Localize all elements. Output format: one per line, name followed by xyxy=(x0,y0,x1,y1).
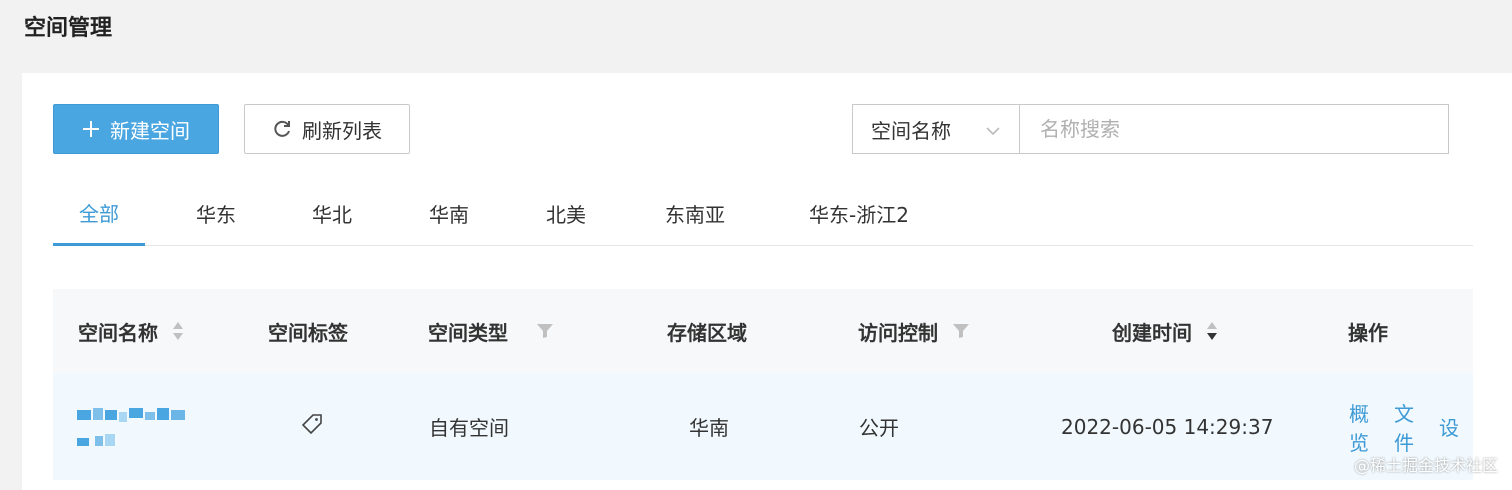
column-space-tags: 空间标签 xyxy=(268,320,348,345)
page-title: 空间管理 xyxy=(24,16,113,41)
tab-south-china[interactable]: 华南 xyxy=(416,181,482,246)
tab-east-china-zhejiang2[interactable]: 华东-浙江2 xyxy=(788,181,930,246)
column-storage-region: 存储区域 xyxy=(667,320,747,345)
tab-north-america[interactable]: 北美 xyxy=(533,181,599,246)
storage-region-cell: 华南 xyxy=(689,416,729,440)
column-actions: 操作 xyxy=(1348,320,1388,345)
files-link[interactable]: 文件 xyxy=(1394,398,1425,456)
column-space-name[interactable]: 空间名称 xyxy=(78,289,184,373)
tab-east-china[interactable]: 华东 xyxy=(183,181,249,246)
new-space-label: 新建空间 xyxy=(110,118,190,143)
tag-icon[interactable] xyxy=(301,413,323,440)
filter-icon[interactable] xyxy=(952,323,970,339)
search-field-value: 空间名称 xyxy=(871,118,951,143)
search-input[interactable] xyxy=(1019,104,1449,154)
tab-all[interactable]: 全部 xyxy=(53,181,145,246)
new-space-button[interactable]: 新建空间 xyxy=(53,104,219,154)
tab-southeast-asia[interactable]: 东南亚 xyxy=(650,181,740,246)
refresh-list-button[interactable]: 刷新列表 xyxy=(244,104,410,154)
main-card: 新建空间 刷新列表 空间名称 全部 华东 华北 华南 北美 东南亚 华东-浙江2… xyxy=(22,73,1512,490)
settings-link[interactable]: 设 xyxy=(1439,412,1459,441)
space-tags-cell[interactable] xyxy=(301,373,323,480)
watermark: @稀土掘金技术社区 xyxy=(1353,456,1498,475)
refresh-icon xyxy=(272,119,292,139)
refresh-list-label: 刷新列表 xyxy=(302,118,382,143)
column-access-control[interactable]: 访问控制 xyxy=(858,289,970,373)
sort-icon[interactable] xyxy=(172,320,184,342)
created-time-cell: 2022-06-05 14:29:37 xyxy=(1061,414,1274,439)
table-header: 空间名称 空间标签 空间类型 存储区域 访问控制 创建时间 操作 xyxy=(53,289,1473,373)
column-created-time[interactable]: 创建时间 xyxy=(1112,289,1218,373)
filter-icon[interactable] xyxy=(536,323,554,339)
region-tabs: 全部 华东 华北 华南 北美 东南亚 华东-浙江2 xyxy=(53,181,1473,246)
blurred-space-name-image xyxy=(77,407,185,446)
space-name-cell[interactable] xyxy=(77,373,189,480)
overview-link[interactable]: 概览 xyxy=(1349,398,1380,456)
plus-icon xyxy=(82,120,100,138)
space-type-cell: 自有空间 xyxy=(429,416,509,440)
column-space-type[interactable]: 空间类型 xyxy=(428,289,554,373)
search-field-select[interactable]: 空间名称 xyxy=(852,104,1020,154)
chevron-down-icon xyxy=(985,120,1001,144)
sort-desc-icon[interactable] xyxy=(1206,320,1218,342)
access-control-cell: 公开 xyxy=(859,416,899,440)
table-row: 自有空间 华南 公开 2022-06-05 14:29:37 概览 文件 设 xyxy=(53,373,1473,480)
tab-north-china[interactable]: 华北 xyxy=(299,181,365,246)
